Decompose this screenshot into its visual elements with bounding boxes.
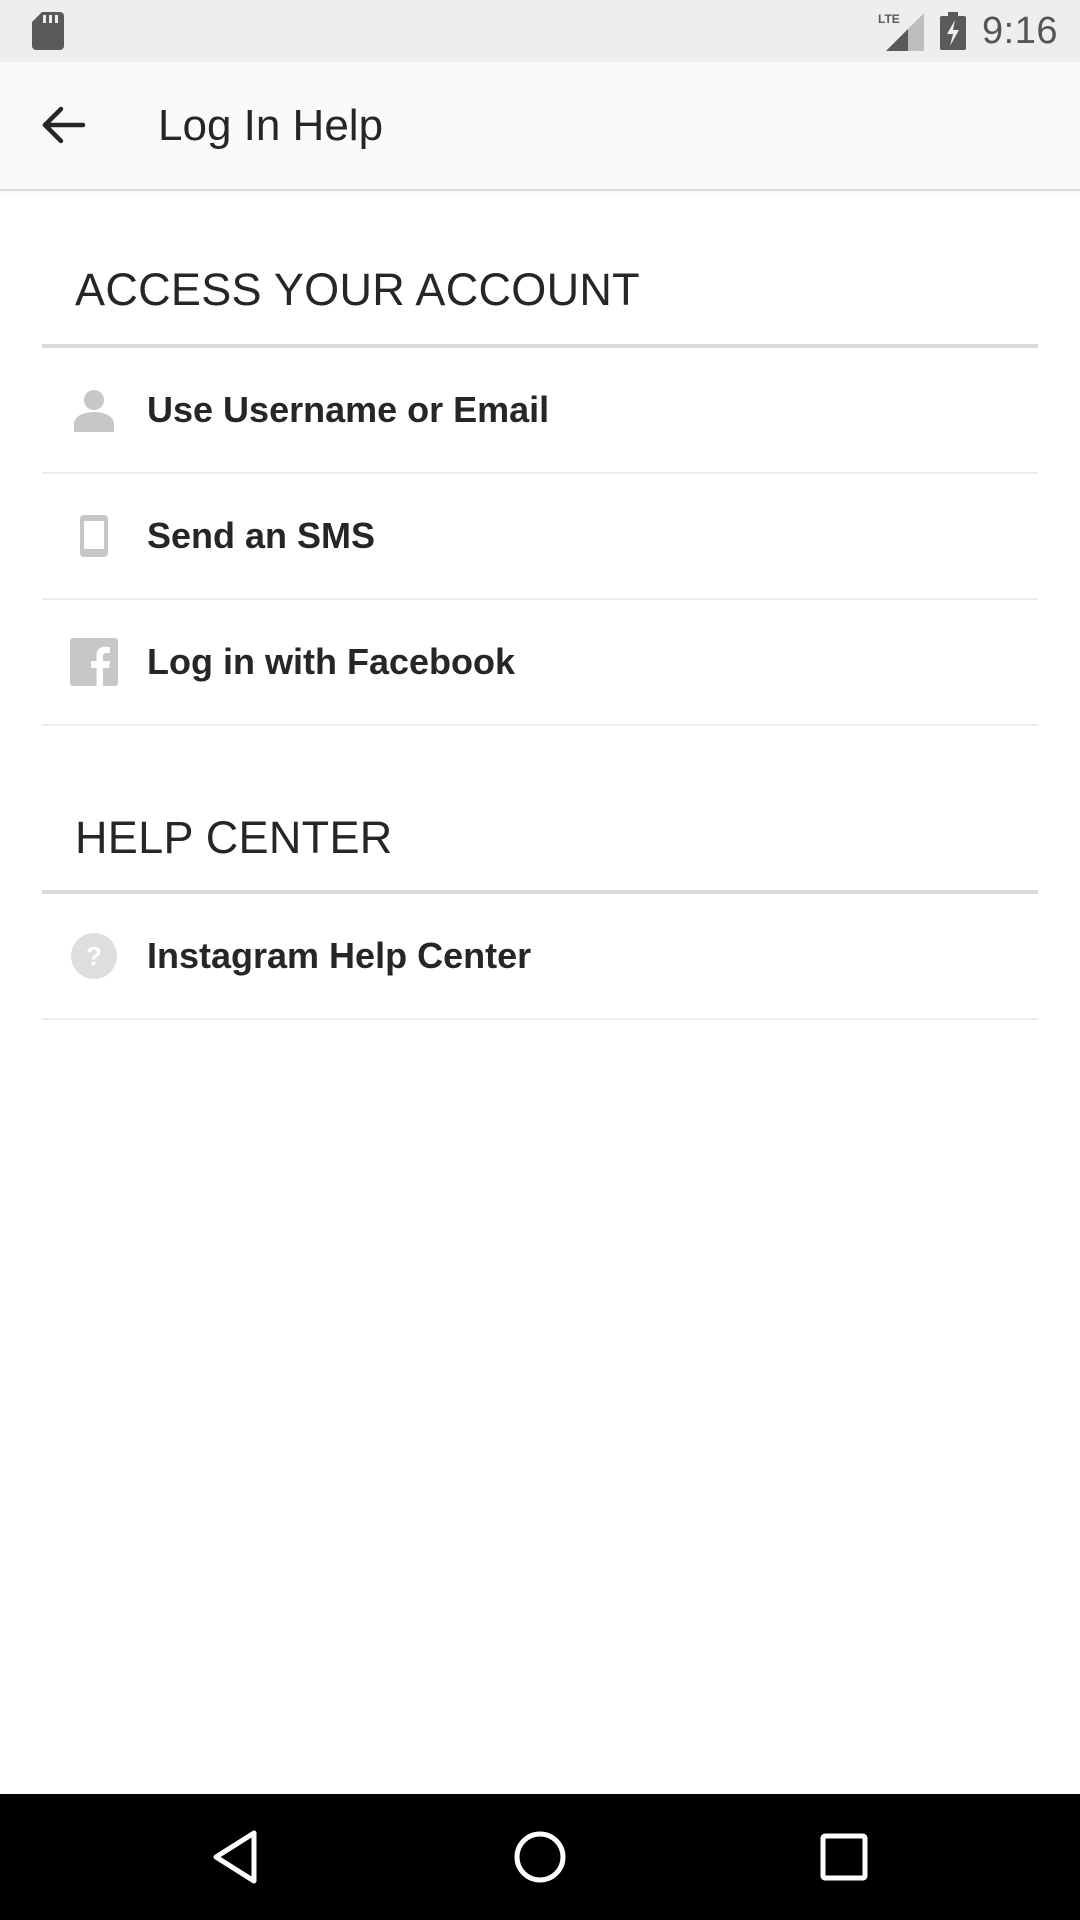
lte-signal-icon: LTE (878, 12, 925, 51)
list-item-label: Instagram Help Center (147, 935, 532, 976)
status-icons: LTE 9:16 (878, 0, 1058, 62)
section-header-help: HELP CENTER (42, 788, 1038, 894)
section-heading-help: HELP CENTER (75, 812, 393, 863)
section-header-access: ACCESS YOUR ACCOUNT (42, 240, 1038, 348)
help-circle-icon: ? (70, 932, 118, 980)
network-label: LTE (878, 12, 900, 26)
list-item-label: Send an SMS (147, 515, 376, 556)
person-icon (70, 386, 118, 434)
list-item-username-email[interactable]: Use Username or Email (42, 348, 1038, 474)
arrow-back-icon (42, 106, 86, 144)
toolbar: Log In Help (0, 62, 1080, 191)
screen: LTE 9:16 Log In Help ACCESS YOUR ACCOUNT (0, 0, 1080, 1920)
status-bar: LTE 9:16 (0, 0, 1080, 62)
nav-recents-button[interactable] (814, 1827, 874, 1887)
nav-home-button[interactable] (510, 1827, 570, 1887)
recents-square-icon (820, 1833, 868, 1881)
list-item-facebook[interactable]: Log in with Facebook (42, 600, 1038, 726)
back-button[interactable] (28, 90, 98, 160)
page-title: Log In Help (158, 101, 384, 150)
list-item-label: Log in with Facebook (147, 641, 515, 682)
nav-back-button[interactable] (206, 1827, 266, 1887)
navigation-bar (0, 1794, 1080, 1920)
phone-icon (70, 512, 118, 560)
list-item-sms[interactable]: Send an SMS (42, 474, 1038, 600)
home-circle-icon (514, 1831, 566, 1883)
list-item-help-center[interactable]: ? Instagram Help Center (42, 894, 1038, 1020)
svg-text:?: ? (86, 941, 102, 971)
facebook-icon (70, 638, 118, 686)
battery-charging-icon (940, 12, 967, 50)
section-heading-access: ACCESS YOUR ACCOUNT (75, 264, 640, 315)
status-clock: 9:16 (982, 9, 1058, 52)
sd-card-icon (32, 12, 64, 50)
back-triangle-icon (213, 1830, 257, 1884)
list-item-label: Use Username or Email (147, 389, 550, 430)
